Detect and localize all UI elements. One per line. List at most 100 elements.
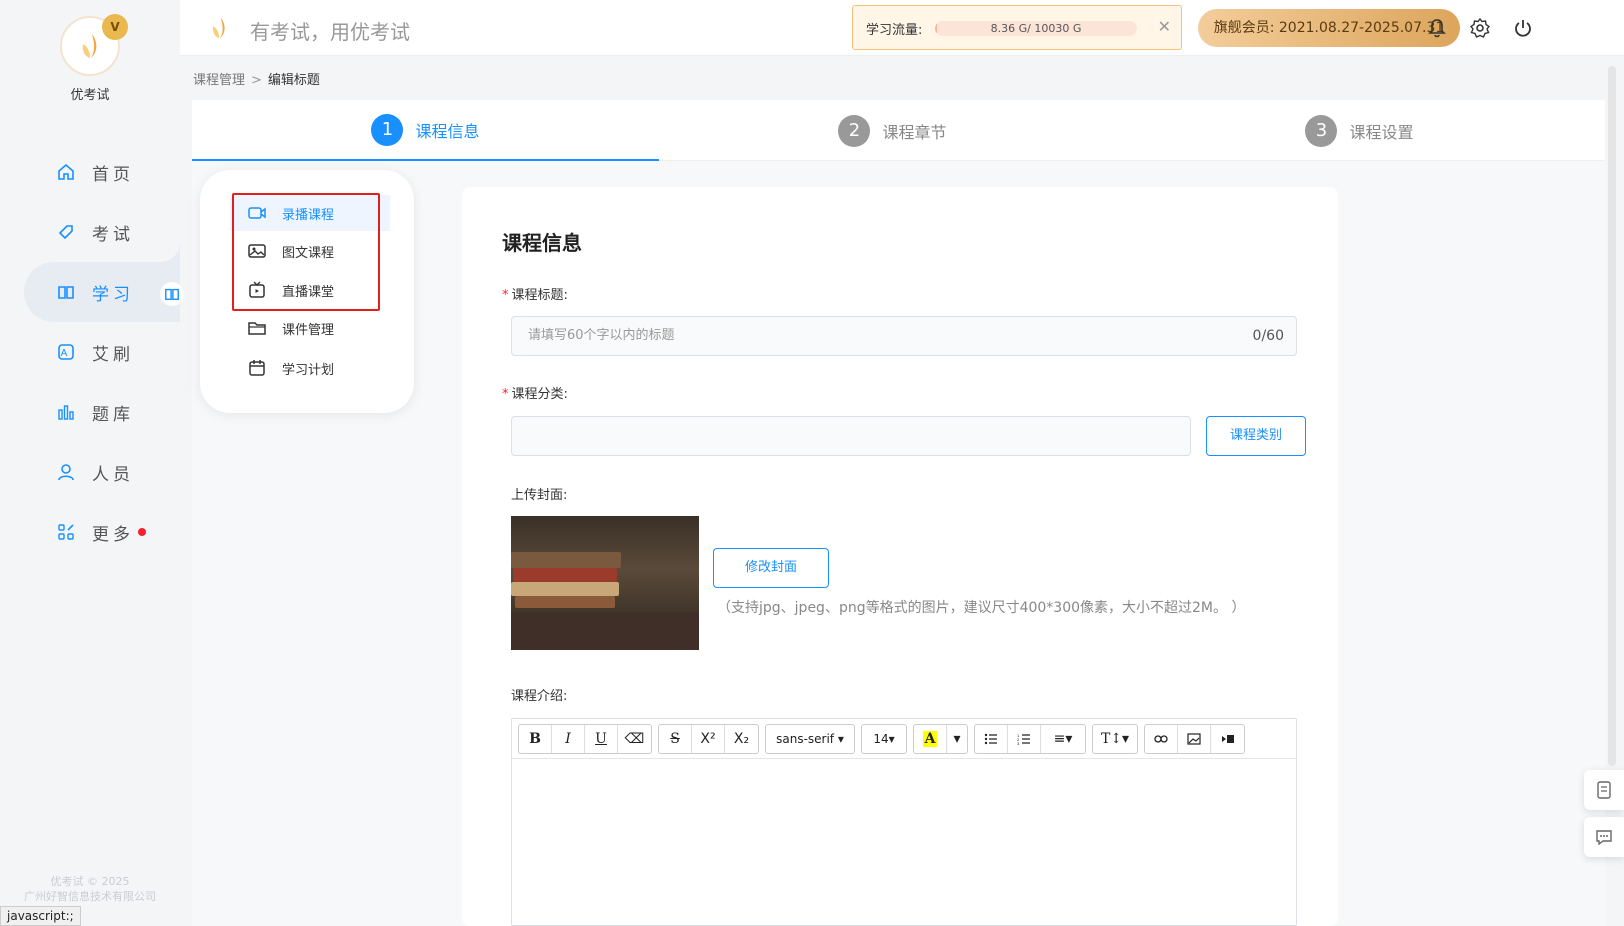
ordered-list-icon[interactable]: 123 — [1008, 724, 1041, 753]
list-group: 123 ≡▾ — [974, 723, 1086, 754]
highlight-color-button[interactable]: A — [914, 724, 947, 753]
book-shape — [513, 568, 617, 582]
insert-image-icon[interactable] — [1178, 724, 1211, 753]
bullet-list-icon[interactable] — [975, 724, 1008, 753]
font-family-select[interactable]: sans-serif ▾ — [766, 725, 854, 753]
footer-copyright: 优考试 © 2025 广州好智信息技术有限公司 — [0, 874, 180, 904]
editor-toolbar: B I U ⌫ S X² X₂ sans-serif ▾ 14▾ A ▾ 1 2… — [512, 719, 1296, 759]
table-shape — [511, 612, 699, 650]
nav-label: 考试 — [92, 224, 134, 245]
step-number: 3 — [1305, 114, 1338, 147]
nav-label: 艾刷 — [92, 344, 134, 365]
book-icon — [56, 282, 76, 302]
strikethrough-button[interactable]: S — [659, 724, 692, 753]
insert-group — [1144, 723, 1245, 754]
nav-label: 题库 — [92, 404, 134, 425]
page-scrollbar[interactable] — [1608, 66, 1616, 766]
apps-icon — [56, 522, 76, 542]
vip-crown-badge: V — [102, 14, 128, 40]
menu-item-courseware[interactable]: 课件管理 — [230, 310, 390, 346]
label-text: 课程分类: — [511, 387, 568, 402]
book-shape — [511, 552, 621, 568]
category-type-button[interactable]: 课程类别 — [1206, 416, 1306, 456]
copyright-text: 优考试 © 2025 — [50, 875, 130, 888]
document-icon — [1597, 781, 1611, 799]
font-size-group: 14▾ — [861, 723, 907, 754]
step-number: 2 — [838, 114, 871, 147]
breadcrumb-current: 编辑标题 — [267, 73, 320, 88]
breadcrumb-parent[interactable]: 课程管理 — [193, 73, 245, 88]
script-group: S X² X₂ — [658, 723, 759, 754]
traffic-label: 学习流量: — [866, 23, 923, 38]
close-icon[interactable]: ✕ — [1158, 18, 1171, 36]
tab-course-chapters[interactable]: 2 课程章节 — [659, 100, 1126, 161]
color-dropdown-caret[interactable]: ▾ — [947, 725, 967, 753]
nav-item-users[interactable]: 人员 — [0, 442, 180, 502]
user-icon — [56, 462, 76, 482]
power-icon[interactable] — [1512, 17, 1534, 39]
menu-item-study-plan[interactable]: 学习计划 — [230, 350, 390, 386]
nav-item-aishua[interactable]: A 艾刷 — [0, 322, 180, 382]
required-mark: * — [502, 387, 509, 402]
course-title-input[interactable]: 请填写60个字以内的标题 0/60 — [511, 316, 1297, 356]
membership-badge[interactable]: 旗舰会员: 2021.08.27-2025.07.31 — [1198, 9, 1460, 47]
label-text: 课程标题: — [511, 288, 568, 303]
nav-item-home[interactable]: 首页 — [0, 142, 180, 202]
chat-icon — [1596, 830, 1612, 845]
intro-label: 课程介绍: — [511, 689, 568, 704]
main-panel: 1 课程信息 2 课程章节 3 课程设置 录播课程 图文课程 直播课堂 课件管理 — [192, 100, 1605, 926]
nav-item-bank[interactable]: 题库 — [0, 382, 180, 442]
text-size-select[interactable]: T↕▾ — [1093, 725, 1137, 753]
nav-item-exam[interactable]: 考试 — [0, 202, 180, 262]
menu-item-recorded-course[interactable]: 录播课程 — [230, 195, 390, 231]
eraser-icon[interactable]: ⌫ — [618, 725, 651, 753]
required-mark: * — [502, 288, 509, 303]
align-select[interactable]: ≡▾ — [1041, 725, 1085, 753]
menu-item-live-class[interactable]: 直播课堂 — [230, 272, 390, 308]
video-icon — [248, 204, 266, 222]
notes-float-button[interactable] — [1584, 770, 1624, 810]
menu-item-article-course[interactable]: 图文课程 — [230, 233, 390, 269]
cover-image — [511, 516, 699, 650]
svg-text:3: 3 — [1017, 741, 1020, 745]
superscript-button[interactable]: X² — [692, 724, 725, 753]
highlight-a-icon: A — [922, 730, 938, 747]
tab-course-settings[interactable]: 3 课程设置 — [1126, 100, 1593, 161]
font-size-select[interactable]: 14▾ — [862, 725, 906, 753]
category-select[interactable] — [511, 416, 1191, 456]
chat-float-button[interactable] — [1584, 817, 1624, 857]
cover-label: 上传封面: — [511, 488, 568, 503]
svg-text:A: A — [61, 348, 72, 359]
menu-label: 直播课堂 — [282, 284, 335, 300]
font-family-group: sans-serif ▾ — [765, 723, 855, 754]
folder-icon — [248, 319, 266, 337]
gear-icon[interactable] — [1469, 17, 1491, 39]
nav-item-more[interactable]: 更多 — [0, 502, 180, 562]
menu-label: 图文课程 — [282, 245, 335, 261]
traffic-value: 8.36 G/ 10030 G — [990, 22, 1082, 35]
tab-course-info[interactable]: 1 课程信息 — [192, 100, 659, 161]
top-header: 有考试，用优考试 学习流量: 8.36 G/ 10030 G ✕ 旗舰会员: 2… — [180, 0, 1624, 56]
book-shape — [511, 582, 619, 596]
insert-video-icon[interactable] — [1211, 725, 1244, 753]
subscript-button[interactable]: X₂ — [725, 725, 758, 753]
step-label: 课程章节 — [882, 122, 947, 142]
brand-logo[interactable]: V — [60, 14, 128, 76]
bar-chart-icon — [56, 402, 76, 422]
image-icon — [248, 242, 266, 260]
course-title-label: * 课程标题: — [502, 284, 568, 303]
book-shape — [515, 596, 615, 608]
change-cover-button[interactable]: 修改封面 — [713, 548, 829, 588]
link-icon[interactable] — [1145, 724, 1178, 753]
bell-icon[interactable] — [1426, 17, 1448, 39]
underline-button[interactable]: U — [585, 724, 618, 753]
rich-text-editor: B I U ⌫ S X² X₂ sans-serif ▾ 14▾ A ▾ 1 2… — [511, 718, 1297, 926]
brand-name: 优考试 — [70, 88, 110, 103]
nav-label: 首页 — [92, 164, 134, 185]
menu-label: 课件管理 — [282, 322, 335, 338]
category-label: * 课程分类: — [502, 383, 568, 402]
nav-item-study[interactable]: 学习 — [24, 242, 184, 322]
bold-button[interactable]: B — [519, 724, 552, 753]
italic-button[interactable]: I — [552, 724, 585, 753]
calendar-icon — [248, 359, 266, 377]
